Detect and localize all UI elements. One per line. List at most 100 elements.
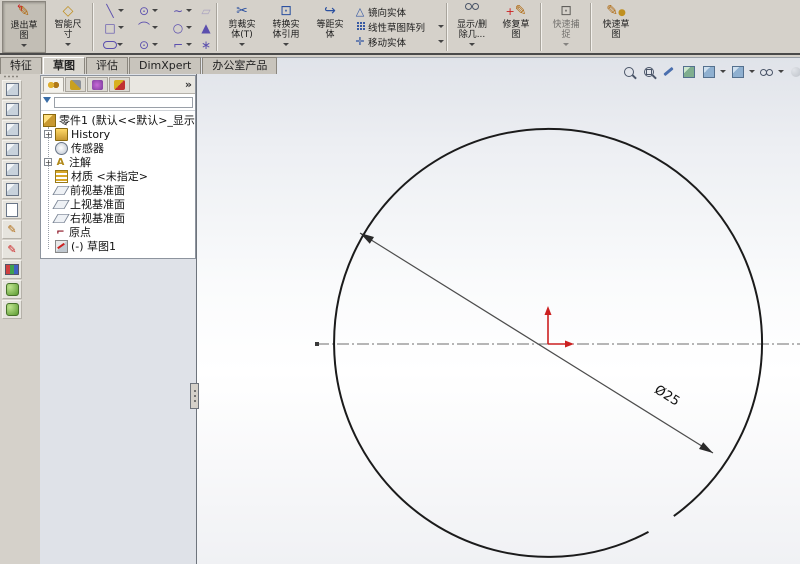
dropdown-caret[interactable]: [118, 26, 124, 32]
tab-草图[interactable]: 草图: [43, 57, 85, 74]
dropdown-caret[interactable]: [118, 9, 124, 15]
tree-item-sensors[interactable]: 传感器: [41, 141, 195, 155]
exit-sketch-button[interactable]: ✎↰ 退出草 图: [2, 1, 46, 53]
dropdown-caret[interactable]: [283, 43, 289, 49]
dropdown-caret[interactable]: [438, 25, 444, 31]
isometric-view-button[interactable]: [2, 80, 22, 99]
rapid-sketch-button[interactable]: ✎● 快速草 图: [594, 1, 638, 53]
zoom-to-area-button[interactable]: [640, 64, 657, 79]
diameter-dimension-line[interactable]: [360, 233, 713, 453]
dropdown-caret[interactable]: [65, 43, 71, 49]
quick-snaps-button[interactable]: ⊡ 快速捕 捉: [544, 1, 588, 53]
mirror-entities-button[interactable]: △ 镜向实体: [352, 4, 444, 19]
front-view-button[interactable]: [2, 100, 22, 119]
toolbar-drag-handle[interactable]: [3, 75, 21, 78]
line-button[interactable]: ╲: [96, 2, 130, 19]
tree-item-history-folder[interactable]: +History: [41, 127, 195, 141]
repair-sketch-button[interactable]: +✎ 修复草 图: [494, 1, 538, 53]
zoom-to-fit-button[interactable]: [620, 64, 637, 79]
dropdown-caret[interactable]: [117, 43, 123, 49]
panel-splitter-handle[interactable]: [190, 383, 199, 409]
panel-splitter[interactable]: [196, 74, 197, 564]
tree-item-右视基准面[interactable]: 右视基准面: [41, 211, 195, 225]
origin-symbol[interactable]: [545, 306, 575, 348]
dropdown-caret[interactable]: [563, 43, 569, 49]
tab-特征[interactable]: 特征: [0, 57, 42, 74]
propertymanager-tab[interactable]: [65, 77, 86, 92]
diameter-dimension-text[interactable]: Ø25: [652, 383, 683, 410]
circle-button[interactable]: ⊙: [130, 2, 164, 19]
plane-button[interactable]: ▱: [198, 2, 214, 19]
point-button[interactable]: ∗: [198, 36, 214, 53]
tree-expander[interactable]: +: [44, 130, 52, 138]
dropdown-caret[interactable]: [152, 43, 158, 49]
repair-sketch-button[interactable]: ✎: [2, 240, 22, 259]
propertymanager-icon: [70, 80, 81, 90]
sketch-canvas[interactable]: Ø25: [197, 58, 800, 564]
filter-funnel-icon[interactable]: [43, 97, 51, 107]
section-view-button[interactable]: [660, 64, 677, 79]
tab-DimXpert[interactable]: DimXpert: [129, 57, 201, 74]
dropdown-caret[interactable]: [720, 70, 726, 76]
back-view-button[interactable]: [2, 120, 22, 139]
move-entities-button[interactable]: ✛ 移动实体: [352, 34, 444, 49]
view-orientation-button[interactable]: [680, 64, 697, 79]
tab-评估[interactable]: 评估: [86, 57, 128, 74]
tree-item-origin[interactable]: ⌐原点: [41, 225, 195, 239]
ellipse-button[interactable]: ○: [164, 19, 198, 36]
dropdown-caret[interactable]: [186, 26, 192, 32]
spline-button[interactable]: ∼: [164, 2, 198, 19]
tree-item-annotations[interactable]: +A注解: [41, 155, 195, 169]
render-settings-button[interactable]: [2, 300, 22, 319]
panel-overflow-chevron[interactable]: »: [185, 78, 192, 91]
viewport-style-button[interactable]: [2, 260, 22, 279]
view-settings-button[interactable]: [758, 64, 775, 79]
tree-item-sketch[interactable]: (-) 草图1: [41, 239, 195, 253]
dropdown-caret[interactable]: [186, 43, 192, 49]
tree-item-part[interactable]: 零件1 (默认<<默认>_显示状态: [41, 113, 195, 127]
dropdown-caret[interactable]: [749, 70, 755, 76]
tree-filter-input[interactable]: [54, 97, 193, 108]
tree-item-前视基准面[interactable]: 前视基准面: [41, 183, 195, 197]
dropdown-caret[interactable]: [152, 26, 158, 32]
offset-entities-button[interactable]: ↪ 等距实 体: [308, 1, 352, 53]
configurationmanager-tab[interactable]: [87, 77, 108, 92]
dropdown-caret[interactable]: [778, 70, 784, 76]
centerline-endpoint[interactable]: [315, 342, 319, 346]
tab-办公室产品[interactable]: 办公室产品: [202, 57, 277, 74]
centerpoint-arc-button[interactable]: ⊙: [130, 36, 164, 53]
display-style-button[interactable]: [700, 64, 717, 79]
graphics-area[interactable]: Ø25: [197, 57, 800, 564]
dropdown-caret[interactable]: [239, 43, 245, 49]
fillet-button[interactable]: ⌐: [164, 36, 198, 53]
featuremanager-tree-tab[interactable]: [43, 77, 64, 92]
tree-item-material[interactable]: 材质 <未指定>: [41, 169, 195, 183]
linear-sketch-pattern-button[interactable]: 线性草图阵列: [352, 19, 444, 34]
right-view-button[interactable]: [2, 160, 22, 179]
dropdown-caret[interactable]: [469, 43, 475, 49]
dropdown-caret[interactable]: [21, 44, 27, 50]
dropdown-caret[interactable]: [438, 40, 444, 46]
trim-entities-button[interactable]: ✂ 剪裁实 体(T): [220, 1, 264, 53]
polygon-button[interactable]: ▲: [198, 19, 214, 36]
document-page-button[interactable]: [2, 200, 22, 219]
dimxpertmanager-tab[interactable]: [109, 77, 130, 92]
edit-sketch-button[interactable]: ✎: [2, 220, 22, 239]
left-view-button[interactable]: [2, 140, 22, 159]
plane-icon: [52, 185, 69, 194]
apply-scene-button[interactable]: [2, 280, 22, 299]
dropdown-caret[interactable]: [152, 9, 158, 15]
edit-appearance-button[interactable]: [787, 64, 800, 79]
hide-show-items-button[interactable]: [729, 64, 746, 79]
dropdown-caret[interactable]: [186, 9, 192, 15]
display-delete-relations-button[interactable]: 显示/删 除几...: [450, 1, 494, 53]
smart-dimension-button[interactable]: ◇ 智能尺 寸: [46, 1, 90, 53]
rectangle-button[interactable]: □: [96, 19, 130, 36]
convert-entities-button[interactable]: ⊡ 转换实 体引用: [264, 1, 308, 53]
arc-button[interactable]: ⌒: [130, 19, 164, 36]
slot-button[interactable]: [96, 36, 130, 53]
tree-item-上视基准面[interactable]: 上视基准面: [41, 197, 195, 211]
commandmanager-tab-bar: 特征草图评估DimXpert办公室产品: [0, 57, 278, 74]
top-view-button[interactable]: [2, 180, 22, 199]
tree-expander[interactable]: +: [44, 158, 52, 166]
